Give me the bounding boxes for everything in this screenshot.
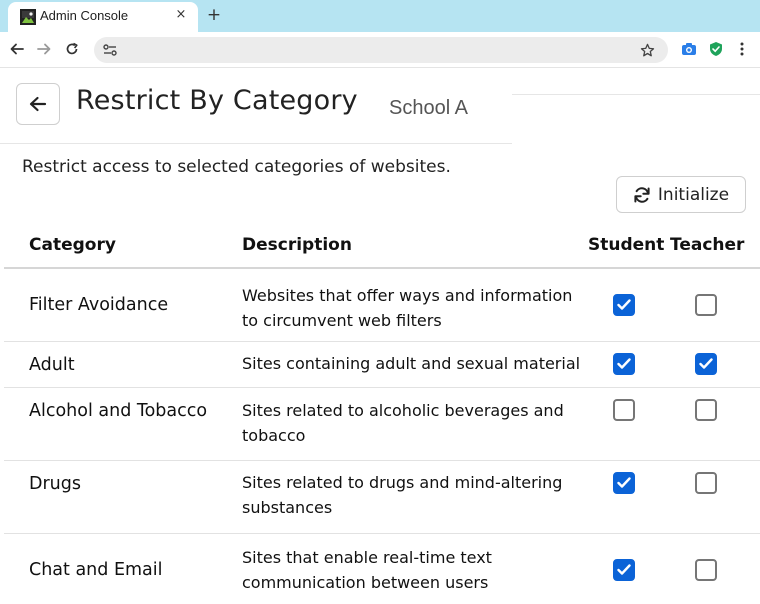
category-name: Filter Avoidance — [29, 295, 169, 315]
arrow-left-icon — [29, 96, 47, 112]
table-row: Chat and Email Sites that enable real-ti… — [4, 534, 760, 604]
back-button[interactable] — [16, 83, 60, 125]
category-description: Websites that offer ways and information… — [242, 286, 573, 330]
shield-icon — [710, 42, 722, 56]
reload-icon — [66, 42, 78, 55]
teacher-checkbox[interactable] — [695, 399, 717, 421]
kebab-menu-icon — [740, 42, 744, 56]
page-title: Restrict By Category — [76, 85, 358, 116]
category-description: Sites related to drugs and mind-altering… — [242, 473, 563, 517]
reload-button[interactable] — [61, 38, 83, 60]
back-nav-button[interactable] — [6, 38, 28, 60]
student-checkbox[interactable] — [613, 472, 635, 494]
teacher-checkbox[interactable] — [695, 353, 717, 375]
student-checkbox[interactable] — [613, 559, 635, 581]
school-name: School A — [389, 97, 468, 119]
new-tab-button[interactable]: + — [204, 4, 224, 26]
initialize-label: Initialize — [657, 184, 730, 205]
site-settings-icon[interactable] — [102, 42, 118, 58]
teacher-checkbox[interactable] — [695, 472, 717, 494]
page-content: Restrict By Category School A Restrict a… — [0, 69, 760, 600]
category-name: Adult — [29, 355, 75, 375]
forward-nav-button[interactable] — [33, 38, 55, 60]
table-row: Filter Avoidance Websites that offer way… — [4, 269, 760, 342]
initialize-button[interactable]: Initialize — [616, 176, 746, 213]
student-checkbox[interactable] — [613, 294, 635, 316]
category-name: Drugs — [29, 474, 81, 494]
bookmark-star-icon[interactable] — [638, 41, 656, 59]
checkmark-icon — [617, 358, 631, 369]
category-description: Sites related to alcoholic beverages and… — [242, 401, 564, 445]
divider — [512, 94, 760, 95]
shield-extension-button[interactable] — [707, 40, 725, 58]
table-header: Category Description Student Teacher — [4, 229, 760, 269]
column-header-teacher: Teacher — [670, 235, 745, 255]
student-checkbox[interactable] — [613, 399, 635, 421]
checkmark-icon — [699, 358, 713, 369]
screenshot-extension-button[interactable] — [680, 40, 698, 58]
teacher-checkbox[interactable] — [695, 294, 717, 316]
page-header: Restrict By Category School A — [0, 69, 512, 144]
category-description: Sites containing adult and sexual materi… — [242, 354, 581, 373]
category-description: Sites that enable real-time text communi… — [242, 548, 492, 592]
checkmark-icon — [617, 299, 631, 310]
admin-console-favicon-icon — [20, 9, 36, 25]
page-description: Restrict access to selected categories o… — [22, 157, 451, 177]
category-table: Category Description Student Teacher Fil… — [4, 229, 760, 604]
checkmark-icon — [617, 564, 631, 575]
column-header-description: Description — [242, 235, 352, 255]
column-header-category: Category — [29, 235, 116, 255]
table-row: Drugs Sites related to drugs and mind-al… — [4, 461, 760, 534]
browser-toolbar — [0, 32, 760, 68]
tab-strip: Admin Console × + — [0, 0, 760, 32]
browser-menu-button[interactable] — [733, 40, 751, 58]
column-header-student: Student — [588, 235, 665, 255]
tab-close-icon[interactable]: × — [174, 7, 188, 23]
camera-icon — [682, 43, 696, 55]
student-checkbox[interactable] — [613, 353, 635, 375]
tab-admin-console[interactable]: Admin Console × — [8, 2, 198, 32]
tab-title: Admin Console — [40, 8, 129, 23]
arrow-right-icon — [37, 43, 51, 55]
table-row: Alcohol and Tobacco Sites related to alc… — [4, 388, 760, 461]
refresh-icon — [634, 186, 650, 203]
category-name: Chat and Email — [29, 560, 163, 580]
checkmark-icon — [617, 477, 631, 488]
address-bar[interactable] — [94, 37, 668, 63]
arrow-left-icon — [10, 43, 24, 55]
teacher-checkbox[interactable] — [695, 559, 717, 581]
category-name: Alcohol and Tobacco — [29, 401, 208, 421]
table-row: Adult Sites containing adult and sexual … — [4, 342, 760, 388]
